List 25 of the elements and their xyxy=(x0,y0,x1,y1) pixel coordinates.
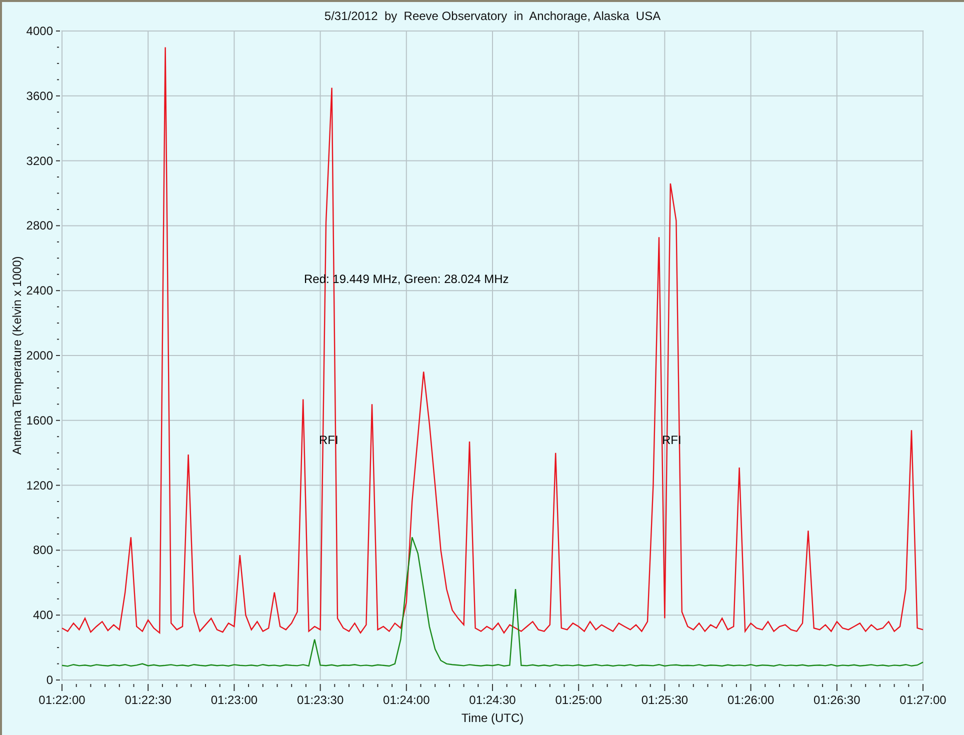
tick-label: 3200 xyxy=(26,154,53,168)
tick-label: 4000 xyxy=(26,24,53,38)
tick-label: 1200 xyxy=(26,478,53,492)
y-axis-label: Antenna Temperature (Kelvin x 1000) xyxy=(10,256,24,455)
tick-label: 2400 xyxy=(26,284,53,298)
tick-label: 2000 xyxy=(26,348,53,362)
tick-label: 1600 xyxy=(26,413,53,428)
tick-label: 01:22:00 xyxy=(38,693,86,707)
tick-label: 01:23:00 xyxy=(210,693,258,707)
tick-label: 01:24:30 xyxy=(469,693,516,707)
tick-label: 01:24:00 xyxy=(383,693,430,707)
tick-label: 2800 xyxy=(26,218,53,233)
tick-label: 400 xyxy=(32,608,53,622)
tick-label: 01:22:30 xyxy=(124,693,172,707)
tick-label: 800 xyxy=(32,543,53,558)
chart-title: 5/31/2012 by Reeve Observatory in Anchorage, Alaska USA xyxy=(324,9,661,23)
tick-label: 3600 xyxy=(26,88,53,103)
tick-label: 01:27:00 xyxy=(900,693,946,707)
tick-label: 01:25:00 xyxy=(555,693,602,707)
tick-label: 01:26:00 xyxy=(727,693,774,707)
tick-label: 01:25:30 xyxy=(641,693,688,707)
tick-label: 0 xyxy=(46,673,53,687)
tick-label: 01:26:30 xyxy=(814,693,860,707)
tick-label: 01:23:30 xyxy=(296,693,344,707)
x-axis-label: Time (UTC) xyxy=(461,711,524,725)
